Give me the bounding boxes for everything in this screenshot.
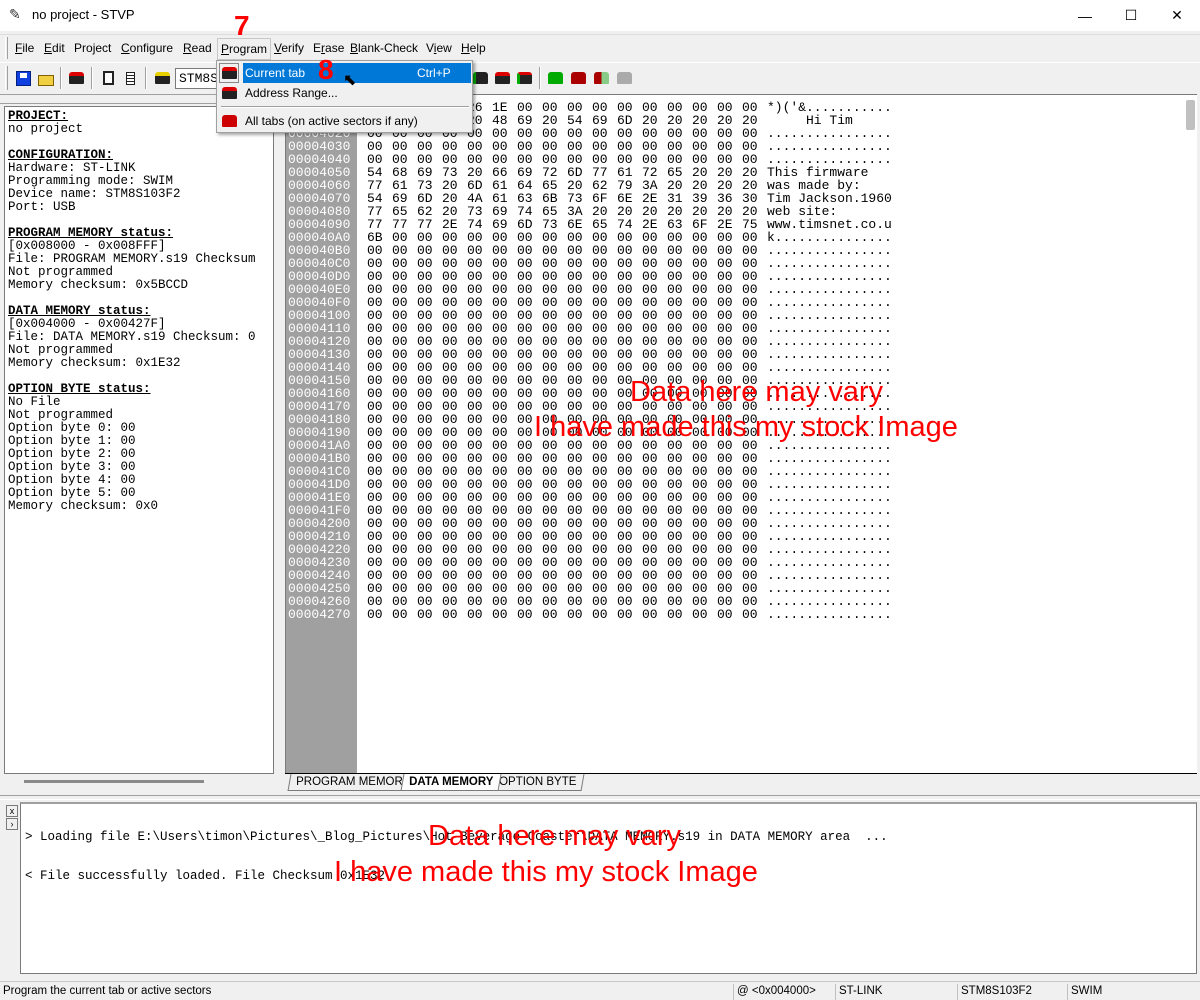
tab-program-memory[interactable]: PROGRAM MEMORY xyxy=(287,774,419,791)
memory-tabs: PROGRAM MEMORY DATA MEMORY OPTION BYTE xyxy=(285,773,1197,792)
log-expand-button[interactable]: › xyxy=(6,818,18,830)
program-chip-icon xyxy=(219,111,239,131)
tab-data-memory[interactable]: DATA MEMORY xyxy=(400,774,502,791)
tab-option-byte[interactable]: OPTION BYTE xyxy=(490,774,585,791)
toolbar-separator xyxy=(91,67,93,89)
menu-separator xyxy=(221,106,469,108)
annotation-log-note-2: I have made this my stock Image xyxy=(334,856,758,888)
hex-byte[interactable]: 00 xyxy=(742,608,758,621)
status-address: @ <0x004000> xyxy=(733,984,833,1000)
window-title: no project - STVP xyxy=(32,7,135,22)
toolbar-separator xyxy=(539,67,541,89)
hex-byte[interactable]: 00 xyxy=(467,608,483,621)
hex-byte[interactable]: 00 xyxy=(642,608,658,621)
status-message: Program the current tab or active sector… xyxy=(3,985,212,997)
toolbar-grip[interactable] xyxy=(5,66,8,90)
menu-bar: File Edit Project Configure Read Program Verif… xyxy=(0,34,1200,60)
menubar-grip[interactable] xyxy=(5,37,8,59)
log-close-button[interactable]: x xyxy=(6,805,18,817)
program-chip-icon[interactable] xyxy=(470,68,490,88)
menu-configure[interactable]: Configure xyxy=(121,41,173,55)
program-all-chip-icon[interactable] xyxy=(492,68,512,88)
status-bar: Program the current tab or active sector… xyxy=(0,981,1200,1000)
menu-blank-check[interactable]: Blank-Check xyxy=(350,41,418,55)
document-icon[interactable] xyxy=(120,68,140,88)
maximize-button[interactable]: ☐ xyxy=(1108,0,1154,31)
annotation-step-7: 7 xyxy=(234,10,250,41)
hex-byte[interactable]: 00 xyxy=(617,608,633,621)
read-chip-icon[interactable] xyxy=(66,68,86,88)
hex-byte[interactable]: 00 xyxy=(517,608,533,621)
mouse-cursor-icon: ⬉ xyxy=(343,72,357,89)
tab-label: OPTION BYTE xyxy=(499,776,577,788)
tab-label: DATA MEMORY xyxy=(409,776,494,788)
menu-view[interactable]: View xyxy=(426,41,452,55)
hex-byte[interactable]: 00 xyxy=(592,608,608,621)
annotation-log-note-1: Data here may vary xyxy=(428,820,682,852)
toolbar-separator xyxy=(145,67,147,89)
menu-read[interactable]: Read xyxy=(183,41,212,55)
mixed-chip-icon[interactable] xyxy=(591,68,611,88)
app-icon: ✎ xyxy=(9,6,21,22)
menu-item-shortcut: Ctrl+P xyxy=(417,66,451,80)
title-bar: ✎ no project - STVP — ☐ ✕ xyxy=(0,0,1200,31)
hex-byte[interactable]: 00 xyxy=(442,608,458,621)
verify-chip-icon[interactable] xyxy=(514,68,534,88)
left-panel-scrollbar[interactable] xyxy=(24,780,204,783)
info-panel: PROJECT: no project CONFIGURATION: Hardware… xyxy=(4,106,274,774)
green-chip-icon[interactable] xyxy=(545,68,565,88)
toolbar-separator xyxy=(60,67,62,89)
save-icon[interactable] xyxy=(13,68,33,88)
menu-erase[interactable]: Erase xyxy=(313,41,344,55)
program-chip-icon xyxy=(219,83,239,103)
toolbar: STM8S103F2 xyxy=(0,62,1200,92)
status-mode: SWIM xyxy=(1067,984,1187,1000)
status-device: STM8S103F2 xyxy=(957,984,1065,1000)
info-line: Port: USB xyxy=(8,200,76,214)
info-line: Memory checksum: 0x0 xyxy=(8,499,159,513)
hex-vertical-scrollbar[interactable] xyxy=(1186,100,1195,130)
disabled-chip-icon xyxy=(614,68,634,88)
splitter[interactable] xyxy=(0,795,1200,800)
menu-item-label: Current tab xyxy=(245,66,306,80)
annotation-hex-note-1: Data here may vary xyxy=(630,376,884,408)
row-address: 00004270 xyxy=(288,607,351,622)
open-folder-icon[interactable] xyxy=(36,68,56,88)
minimize-button[interactable]: — xyxy=(1062,0,1108,31)
menu-item-label: Address Range... xyxy=(245,86,338,100)
program-chip-icon xyxy=(219,63,239,83)
hex-byte[interactable]: 00 xyxy=(392,608,408,621)
chip-config-icon[interactable] xyxy=(152,68,172,88)
menu-file[interactable]: File xyxy=(15,41,34,55)
annotation-step-8: 8 xyxy=(318,54,334,85)
annotation-hex-note-2: I have made this my stock Image xyxy=(534,411,958,443)
red-chip-icon[interactable] xyxy=(568,68,588,88)
info-line: Memory checksum: 0x1E32 xyxy=(8,356,181,370)
hex-byte[interactable]: 00 xyxy=(492,608,508,621)
hex-byte[interactable]: 00 xyxy=(367,608,383,621)
menu-item-all-tabs[interactable]: All tabs (on active sectors if any) xyxy=(219,111,471,131)
menu-edit[interactable]: Edit xyxy=(44,41,65,55)
hex-byte[interactable]: 00 xyxy=(717,608,733,621)
status-hardware: ST-LINK xyxy=(835,984,955,1000)
menu-help[interactable]: Help xyxy=(461,41,486,55)
hex-byte[interactable]: 00 xyxy=(542,608,558,621)
close-button[interactable]: ✕ xyxy=(1154,0,1200,31)
hex-byte[interactable]: 00 xyxy=(567,608,583,621)
row-ascii: ................ xyxy=(767,607,892,622)
info-line: Memory checksum: 0x5BCCD xyxy=(8,278,189,292)
clipboard-icon[interactable] xyxy=(98,68,118,88)
hex-byte[interactable]: 00 xyxy=(417,608,433,621)
menu-project[interactable]: Project xyxy=(74,41,111,55)
hex-byte[interactable]: 00 xyxy=(692,608,708,621)
menu-verify[interactable]: Verify xyxy=(274,41,304,55)
menu-program[interactable]: Program xyxy=(217,38,272,60)
tab-label: PROGRAM MEMORY xyxy=(296,776,411,788)
hex-byte[interactable]: 00 xyxy=(667,608,683,621)
menu-item-label: All tabs (on active sectors if any) xyxy=(245,114,418,128)
hex-row[interactable]: 00004270 00 00 00 00 00 00 00 00 00 00 00 00 00 00 00 00… xyxy=(286,608,1186,621)
